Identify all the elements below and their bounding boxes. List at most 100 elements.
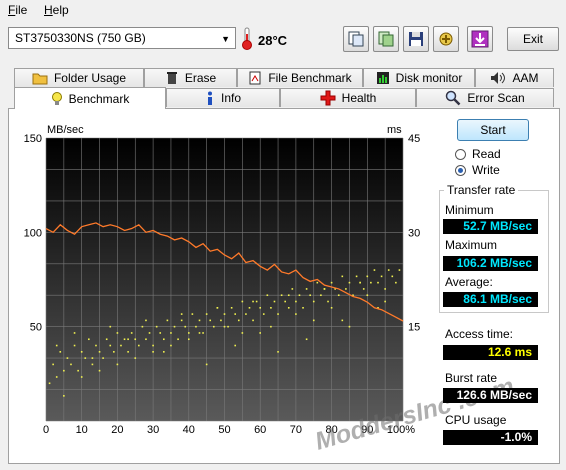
- access-time-point: [188, 332, 190, 334]
- access-time-point: [305, 288, 308, 290]
- access-time-point: [184, 325, 187, 328]
- access-time-point: [116, 363, 119, 366]
- access-time-point: [155, 325, 158, 328]
- access-time-point: [252, 300, 254, 303]
- access-time-point: [395, 281, 397, 284]
- access-time-point: [312, 300, 315, 303]
- access-time-point: [130, 332, 133, 334]
- burst-rate-label: Burst rate: [445, 371, 498, 385]
- access-time-point: [320, 294, 322, 297]
- access-time-point: [234, 313, 237, 315]
- access-time-point: [241, 300, 244, 303]
- start-button[interactable]: Start: [457, 119, 529, 141]
- access-time-point: [127, 338, 129, 341]
- y-tick-left: 150: [24, 133, 42, 145]
- access-time-point: [291, 288, 294, 290]
- access-time-point: [262, 313, 265, 315]
- access-time-point: [359, 281, 361, 284]
- access-time-point: [55, 344, 58, 347]
- access-time-point: [295, 300, 297, 303]
- tab-label: Benchmark: [68, 91, 130, 106]
- access-time-point: [330, 307, 333, 309]
- access-time-point: [177, 338, 179, 341]
- y-tick-right: 30: [408, 227, 420, 239]
- access-time-point: [127, 351, 129, 353]
- access-time-point: [191, 313, 194, 315]
- access-time-point: [237, 319, 240, 322]
- access-time-point: [273, 300, 276, 303]
- access-time-point: [73, 332, 76, 334]
- access-time-point: [77, 369, 79, 372]
- access-time-point: [391, 275, 394, 278]
- access-time-point: [362, 288, 365, 290]
- x-tick: 0: [43, 424, 49, 436]
- access-time-point: [387, 269, 390, 271]
- read-radio[interactable]: [455, 149, 466, 160]
- x-tick: 50: [218, 424, 230, 436]
- access-time-point: [216, 307, 219, 309]
- access-time-point: [377, 281, 379, 284]
- access-time-point: [270, 307, 272, 309]
- access-time-point: [138, 344, 140, 347]
- access-time-point: [241, 332, 244, 334]
- access-time-point: [105, 338, 108, 341]
- access-time-point: [245, 313, 247, 315]
- y-tick-right: 45: [408, 133, 420, 145]
- access-time-point: [48, 382, 51, 385]
- access-time-point: [302, 307, 304, 309]
- access-time-point: [366, 294, 369, 297]
- access-time-point: [84, 357, 87, 359]
- access-time-point: [398, 269, 401, 271]
- benchmark-icon: [51, 91, 62, 105]
- access-time-point: [109, 325, 112, 328]
- cpu-usage-label: CPU usage: [445, 413, 507, 427]
- access-time-point: [384, 300, 386, 303]
- access-time-point: [312, 319, 315, 322]
- access-time-point: [305, 338, 308, 341]
- access-time-point: [198, 332, 201, 334]
- access-time-point: [209, 319, 212, 322]
- access-time-point: [109, 344, 112, 347]
- access-time-point: [327, 300, 329, 303]
- access-time-point: [98, 351, 101, 353]
- access-time-point: [223, 313, 226, 315]
- access-time-point: [148, 332, 151, 334]
- access-time-point: [202, 332, 204, 334]
- access-time-point: [59, 351, 62, 353]
- access-time-point: [212, 325, 215, 328]
- access-time-point: [341, 319, 344, 322]
- access-time-point: [123, 338, 126, 341]
- tab-benchmark[interactable]: Benchmark: [14, 87, 166, 109]
- access-time-point: [373, 269, 376, 271]
- maximum-label: Maximum: [445, 238, 498, 252]
- read-label: Read: [472, 147, 501, 161]
- access-time-point: [173, 325, 176, 328]
- access-time-point: [223, 325, 226, 328]
- access-time-point: [170, 332, 172, 334]
- access-time-point: [163, 351, 165, 353]
- access-time-point: [116, 332, 119, 334]
- y-tick-left: 50: [30, 322, 42, 334]
- x-tick: 60: [254, 424, 266, 436]
- access-time-point: [295, 313, 297, 315]
- access-time-point: [120, 344, 122, 347]
- access-time-point: [145, 338, 147, 341]
- access-time-point: [63, 369, 65, 372]
- access-time-point: [198, 319, 201, 322]
- access-time-point: [348, 325, 351, 328]
- access-time-point: [287, 307, 290, 309]
- access-time-point: [366, 275, 369, 278]
- access-time-point: [270, 325, 272, 328]
- access-time-point: [95, 344, 97, 347]
- access-time-point: [80, 376, 83, 378]
- access-time-point: [102, 357, 104, 359]
- y-tick-left: 100: [24, 227, 42, 239]
- access-time-point: [180, 313, 183, 315]
- access-time-point: [345, 288, 347, 290]
- access-time-point: [113, 351, 115, 353]
- write-radio[interactable]: [455, 165, 466, 176]
- transfer-rate-title: Transfer rate: [444, 183, 519, 197]
- minimum-label: Minimum: [445, 203, 494, 217]
- access-time-point: [380, 275, 383, 278]
- access-time-point: [248, 307, 251, 309]
